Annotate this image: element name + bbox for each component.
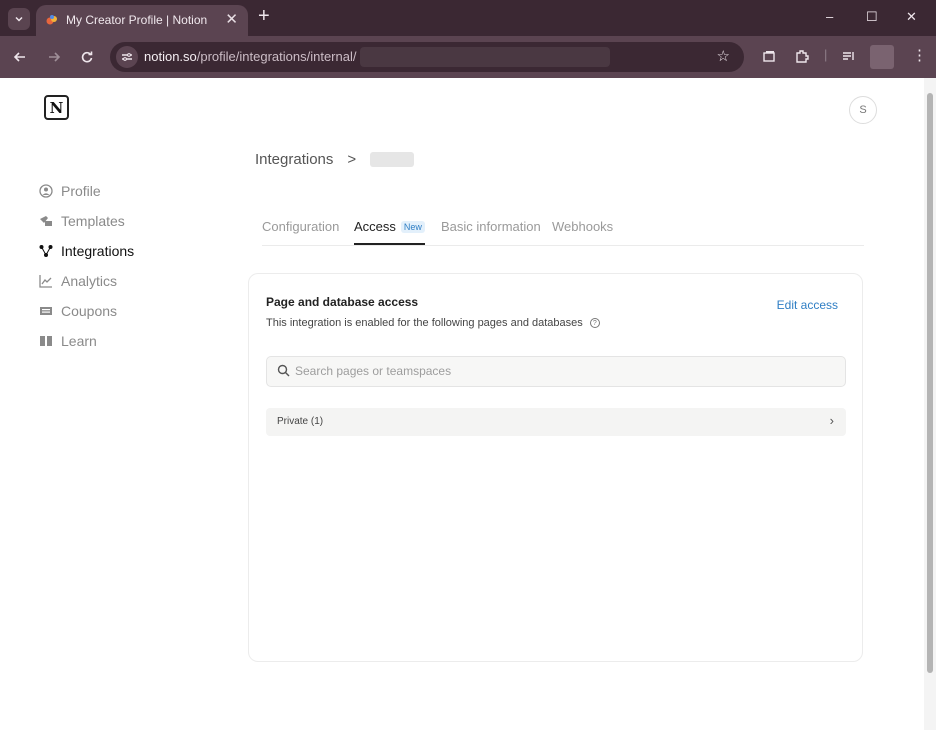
url-redacted (360, 47, 610, 67)
chart-icon (38, 274, 53, 289)
browser-tab[interactable]: My Creator Profile | Notion ✕ (36, 5, 248, 36)
tab-search-icon[interactable] (762, 49, 776, 63)
card-subtitle: This integration is enabled for the foll… (266, 317, 600, 329)
favicon-icon (46, 15, 57, 25)
browser-toolbar: notion.so/profile/integrations/internal/… (0, 36, 936, 78)
forward-arrow-icon[interactable] (47, 50, 61, 64)
sidebar-item-label: Profile (61, 183, 101, 199)
breadcrumb: Integrations > (255, 151, 415, 168)
toolbar-divider: | (824, 47, 828, 62)
tab-label: Basic information (441, 219, 541, 234)
window-close-icon[interactable]: ✕ (906, 9, 917, 25)
site-info-icon[interactable] (116, 46, 138, 68)
edit-access-button[interactable]: Edit access (777, 298, 838, 312)
search-input[interactable] (295, 364, 825, 378)
new-badge: New (400, 221, 425, 233)
sidebar-item-label: Analytics (61, 273, 118, 289)
maximize-icon[interactable]: ☐ (866, 9, 878, 25)
sidebar-item-label: Learn (61, 333, 97, 349)
search-box[interactable] (266, 356, 846, 387)
sidebar-item-coupons[interactable]: Coupons (38, 302, 117, 320)
profile-avatar[interactable] (870, 45, 894, 69)
search-icon (277, 364, 290, 377)
reading-list-icon[interactable] (842, 49, 856, 63)
url-domain: notion.so (144, 49, 197, 64)
tab-title: My Creator Profile | Notion (66, 13, 208, 27)
tab-strip: My Creator Profile | Notion ✕ + – ☐ ✕ (0, 0, 936, 36)
sidebar-item-label: Coupons (61, 303, 118, 319)
breadcrumb-current-redacted (370, 152, 415, 167)
coupon-icon (38, 304, 53, 319)
tab-close-icon[interactable]: ✕ (225, 10, 238, 28)
sidebar-item-analytics[interactable]: Analytics (38, 272, 117, 290)
url-path: /profile/integrations/internal/ (196, 49, 357, 64)
integration-tabs: Configuration Access New Basic informatio… (262, 219, 864, 246)
extensions-icon[interactable] (794, 48, 810, 64)
templates-icon (38, 214, 53, 229)
sidebar-item-integrations[interactable]: Integrations (38, 242, 134, 260)
sidebar-item-label: Templates (61, 213, 125, 229)
notion-logo[interactable]: N (44, 95, 69, 120)
tab-label: Webhooks (552, 219, 614, 234)
tab-access[interactable]: Access New (354, 219, 425, 245)
card-subtitle-text: This integration is enabled for the foll… (266, 317, 583, 329)
breadcrumb-root[interactable]: Integrations (255, 151, 333, 168)
tab-search-button[interactable] (8, 8, 30, 30)
group-label: Private (1) (277, 416, 324, 427)
new-tab-button[interactable]: + (258, 6, 270, 26)
private-group-row[interactable]: Private (1) › (266, 408, 846, 436)
reload-icon[interactable] (80, 50, 94, 64)
back-arrow-icon[interactable] (13, 50, 27, 64)
tab-configuration[interactable]: Configuration (262, 219, 339, 245)
card-title: Page and database access (266, 295, 419, 309)
integrations-icon (38, 244, 53, 259)
sidebar-item-profile[interactable]: Profile (38, 182, 101, 200)
menu-kebab-icon[interactable]: ⋮ (912, 46, 927, 64)
scrollbar-thumb[interactable] (927, 93, 933, 673)
browser-window: My Creator Profile | Notion ✕ + – ☐ ✕ no… (0, 0, 936, 730)
user-avatar[interactable]: S (849, 96, 877, 124)
bookmark-star-icon[interactable]: ☆ (717, 47, 730, 65)
help-icon[interactable]: ? (589, 318, 600, 328)
person-circle-icon (38, 184, 53, 199)
minimize-icon[interactable]: – (826, 9, 833, 24)
sidebar-item-templates[interactable]: Templates (38, 212, 125, 230)
chevron-down-icon (15, 16, 23, 22)
breadcrumb-separator: > (347, 151, 357, 168)
tab-webhooks[interactable]: Webhooks (552, 219, 613, 245)
chevron-right-icon: › (829, 413, 834, 428)
address-bar[interactable]: notion.so/profile/integrations/internal/… (110, 42, 744, 72)
url-text: notion.so/profile/integrations/internal/ (144, 49, 356, 64)
book-icon (38, 334, 53, 349)
page-content: N S Profile Templates Integrations Analy… (0, 78, 924, 730)
tab-label: Configuration (262, 219, 340, 234)
access-card: Page and database access This integratio… (248, 273, 863, 662)
tab-basic-information[interactable]: Basic information (441, 219, 541, 245)
sidebar-item-learn[interactable]: Learn (38, 332, 97, 350)
sidebar-item-label: Integrations (61, 243, 135, 259)
tab-label: Access (354, 219, 396, 234)
